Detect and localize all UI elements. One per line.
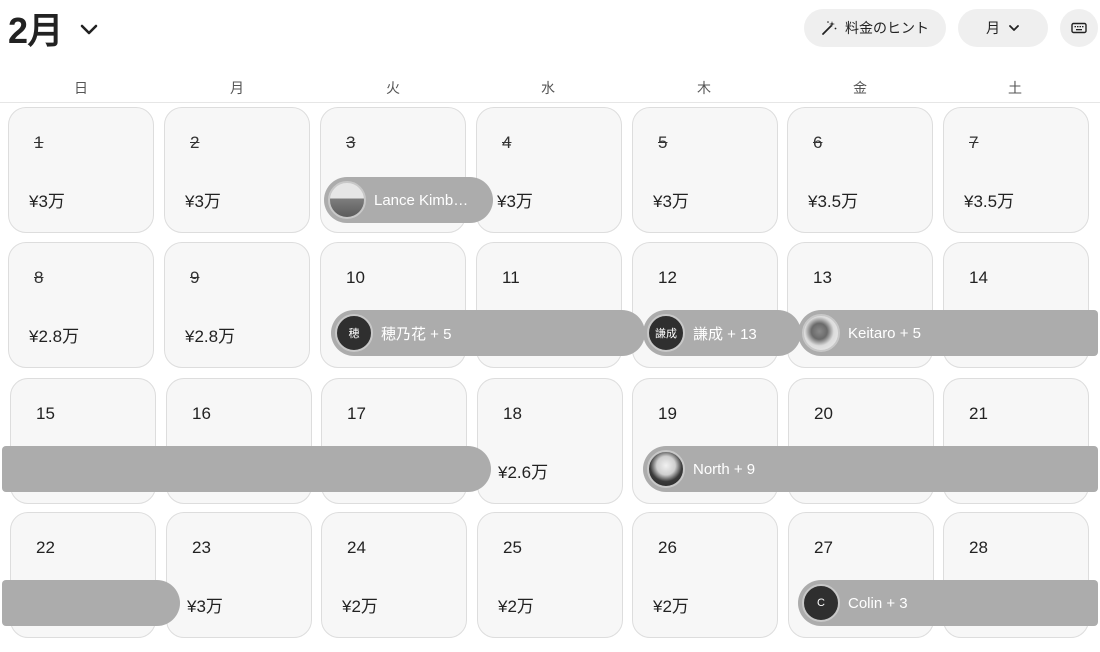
day-cell[interactable]: 1 ¥3万 <box>8 107 154 233</box>
guest-name: 穂乃花 + 5 <box>381 325 452 343</box>
view-select-label: 月 <box>986 20 1000 36</box>
day-number: 24 <box>347 538 366 557</box>
day-cell[interactable]: 6 ¥3.5万 <box>787 107 933 233</box>
day-number: 20 <box>814 404 833 423</box>
day-price: ¥3万 <box>497 192 533 211</box>
day-cell[interactable]: 7 ¥3.5万 <box>943 107 1089 233</box>
guest-avatar: C <box>802 584 840 622</box>
day-number: 21 <box>969 404 988 423</box>
price-tips-button[interactable]: 料金のヒント <box>804 9 946 47</box>
reservation-bar[interactable]: North + 9 <box>643 446 1098 492</box>
day-cell[interactable]: 25 ¥2万 <box>477 512 623 638</box>
day-cell[interactable]: 8 ¥2.8万 <box>8 242 154 368</box>
day-number: 16 <box>192 404 211 423</box>
keyboard-shortcuts-button[interactable] <box>1060 9 1098 47</box>
month-title: 2月 <box>8 10 64 51</box>
day-number: 4 <box>502 133 512 152</box>
day-cell[interactable]: 26 ¥2万 <box>632 512 778 638</box>
guest-avatar: 謙成 <box>647 314 685 352</box>
weekday-label: 水 <box>541 80 555 96</box>
day-cell[interactable]: 9 ¥2.8万 <box>164 242 310 368</box>
day-number: 22 <box>36 538 55 557</box>
day-price: ¥3万 <box>29 192 65 211</box>
day-price: ¥2.8万 <box>29 327 80 346</box>
reservation-bar[interactable]: Lance Kimb… <box>324 177 493 223</box>
day-number: 3 <box>346 133 356 152</box>
day-number: 1 <box>34 133 44 152</box>
day-number: 10 <box>346 268 365 287</box>
magic-wand-icon <box>822 21 837 35</box>
day-number: 2 <box>190 133 200 152</box>
day-number: 14 <box>969 268 988 287</box>
guest-name: 謙成 + 13 <box>693 325 757 343</box>
weekday-label: 月 <box>230 80 244 96</box>
price-tips-label: 料金のヒント <box>845 20 929 36</box>
day-cell[interactable]: 5 ¥3万 <box>632 107 778 233</box>
day-price: ¥2万 <box>342 597 378 616</box>
day-price: ¥2万 <box>653 597 689 616</box>
day-number: 8 <box>34 268 44 287</box>
guest-name: Keitaro + 5 <box>848 324 921 342</box>
day-cell[interactable]: 18 ¥2.6万 <box>477 378 623 504</box>
day-number: 28 <box>969 538 988 557</box>
day-price: ¥3万 <box>653 192 689 211</box>
month-selector[interactable]: 2月 <box>8 6 99 51</box>
day-price: ¥2万 <box>498 597 534 616</box>
day-price: ¥3.5万 <box>808 192 859 211</box>
guest-avatar <box>647 450 685 488</box>
reservation-bar[interactable]: 謙成 謙成 + 13 <box>643 310 801 356</box>
guest-name: Colin + 3 <box>848 594 908 612</box>
reservation-bar[interactable]: 穂 穂乃花 + 5 <box>331 310 645 356</box>
chevron-down-icon <box>1009 25 1019 31</box>
day-number: 18 <box>503 404 522 423</box>
weekday-label: 木 <box>697 80 711 96</box>
day-number: 12 <box>658 268 677 287</box>
day-cell[interactable]: 4 ¥3万 <box>476 107 622 233</box>
guest-avatar: 穂 <box>335 314 373 352</box>
day-price: ¥3.5万 <box>964 192 1015 211</box>
day-price: ¥3万 <box>185 192 221 211</box>
day-number: 7 <box>969 133 979 152</box>
keyboard-icon <box>1071 22 1087 34</box>
day-price: ¥2.8万 <box>185 327 236 346</box>
day-number: 11 <box>502 268 520 287</box>
reservation-bar[interactable] <box>2 580 180 626</box>
guest-avatar <box>328 181 366 219</box>
day-number: 5 <box>658 133 668 152</box>
weekday-label: 金 <box>853 80 867 96</box>
guest-avatar <box>802 314 840 352</box>
day-number: 17 <box>347 404 366 423</box>
day-price: ¥2.6万 <box>498 463 549 482</box>
day-number: 19 <box>658 404 677 423</box>
day-number: 23 <box>192 538 211 557</box>
day-cell[interactable]: 23 ¥3万 <box>166 512 312 638</box>
chevron-down-icon <box>80 24 98 35</box>
day-number: 15 <box>36 404 55 423</box>
day-cell[interactable]: 24 ¥2万 <box>321 512 467 638</box>
weekday-label: 日 <box>74 80 88 96</box>
view-select-button[interactable]: 月 <box>958 9 1048 47</box>
day-cell[interactable]: 2 ¥3万 <box>164 107 310 233</box>
reservation-bar[interactable]: C Colin + 3 <box>798 580 1098 626</box>
day-number: 27 <box>814 538 833 557</box>
day-number: 13 <box>813 268 832 287</box>
guest-name: Lance Kimb… <box>374 191 469 209</box>
day-number: 25 <box>503 538 522 557</box>
day-number: 26 <box>658 538 677 557</box>
day-number: 9 <box>190 268 200 287</box>
day-price: ¥3万 <box>187 597 223 616</box>
reservation-bar[interactable]: Keitaro + 5 <box>798 310 1098 356</box>
weekday-label: 土 <box>1008 80 1022 96</box>
guest-name: North + 9 <box>693 460 756 478</box>
weekday-header: 日 月 火 水 木 金 土 <box>0 74 1100 103</box>
day-number: 6 <box>813 133 823 152</box>
reservation-bar[interactable] <box>2 446 491 492</box>
weekday-label: 火 <box>386 80 400 96</box>
